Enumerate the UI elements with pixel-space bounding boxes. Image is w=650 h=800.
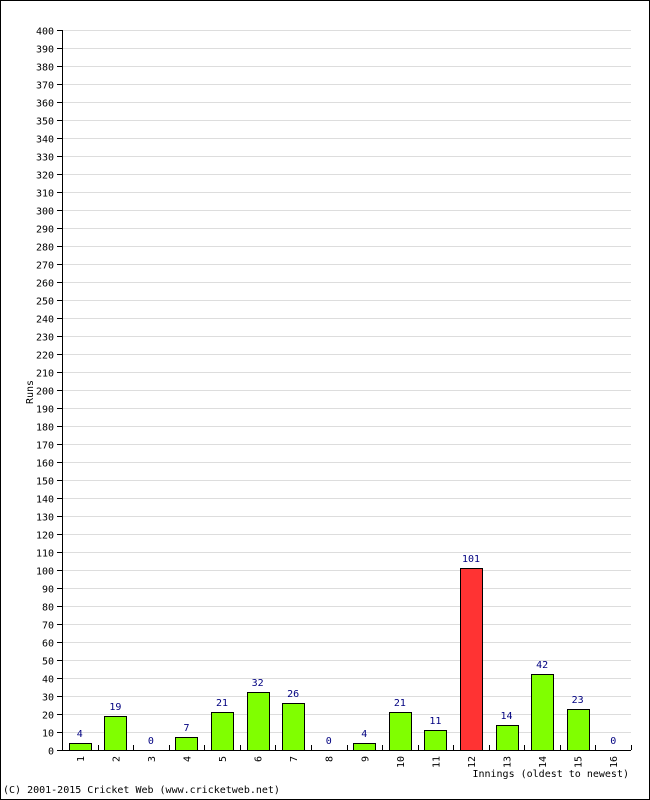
- x-tick-label: 8: [325, 756, 336, 762]
- y-tick-label: 50: [42, 657, 54, 668]
- value-label: 14: [501, 711, 513, 722]
- y-tick-label: 400: [36, 27, 54, 38]
- value-label: 0: [326, 736, 332, 747]
- y-tick-label: 90: [42, 585, 54, 596]
- bar: [69, 743, 92, 751]
- x-tick-label: 3: [147, 756, 158, 762]
- x-tick-label: 16: [609, 756, 620, 768]
- y-tick-label: 30: [42, 693, 54, 704]
- value-label: 0: [148, 736, 154, 747]
- value-label: 4: [77, 729, 83, 740]
- value-label: 11: [429, 716, 441, 727]
- x-tick-label: 15: [574, 756, 585, 768]
- bar: [175, 737, 198, 751]
- y-tick-label: 180: [36, 423, 54, 434]
- x-tick-label: 13: [503, 756, 514, 768]
- value-label: 0: [610, 736, 616, 747]
- y-tick-label: 340: [36, 135, 54, 146]
- value-label: 26: [287, 689, 299, 700]
- x-tick-label: 14: [538, 756, 549, 768]
- bar: [389, 712, 412, 751]
- y-tick-label: 260: [36, 279, 54, 290]
- y-tick-label: 150: [36, 477, 54, 488]
- y-tick-label: 320: [36, 171, 54, 182]
- y-axis-ticks: 0 10 20 30 40 50 60 70 80 90 100 110 120 130 140 150 160…: [36, 27, 62, 758]
- gridlines: [62, 30, 631, 733]
- runs-bar-chart: 0102030405060708090100110120130140150160…: [25, 27, 632, 780]
- x-tick-label: 12: [467, 756, 478, 768]
- y-tick-label: 130: [36, 513, 54, 524]
- y-tick-label: 370: [36, 81, 54, 92]
- x-tick-label: 5: [218, 756, 229, 762]
- y-tick-label: 290: [36, 225, 54, 236]
- x-tick-label: 7: [289, 756, 300, 762]
- x-tick-label: 11: [431, 756, 442, 768]
- value-label: 4: [361, 729, 367, 740]
- y-tick-label: 270: [36, 261, 54, 272]
- y-tick-label: 140: [36, 495, 54, 506]
- x-tick-label: 9: [360, 756, 371, 762]
- x-tick-label: 1: [76, 756, 87, 762]
- y-tick-label: 0: [48, 747, 54, 758]
- y-tick-label: 200: [36, 387, 54, 398]
- bar: [496, 725, 519, 751]
- bar: [531, 674, 554, 751]
- x-tick-label: 4: [182, 756, 193, 762]
- y-tick-label: 380: [36, 63, 54, 74]
- y-tick-label: 210: [36, 369, 54, 380]
- x-tick-label: 6: [254, 756, 265, 762]
- bar: [460, 568, 483, 751]
- y-tick-label: 280: [36, 243, 54, 254]
- bar: [282, 703, 305, 751]
- x-tick-label: 2: [111, 756, 122, 762]
- value-label: 7: [183, 723, 189, 734]
- value-label: 21: [216, 698, 228, 709]
- y-tick-label: 110: [36, 549, 54, 560]
- y-tick-label: 40: [42, 675, 54, 686]
- bars: 4 19 0 7 21 32 26 0 4 21 11 101 14 42 23 0: [69, 554, 616, 751]
- bar: [211, 712, 234, 751]
- value-label: 32: [252, 678, 264, 689]
- y-tick-label: 190: [36, 405, 54, 416]
- copyright-footer: (C) 2001-2015 Cricket Web (www.cricketwe…: [3, 785, 280, 796]
- y-tick-label: 60: [42, 639, 54, 650]
- y-tick-label: 80: [42, 603, 54, 614]
- y-tick-label: 330: [36, 153, 54, 164]
- y-tick-label: 160: [36, 459, 54, 470]
- bar: [353, 743, 376, 751]
- value-label: 101: [462, 554, 480, 565]
- y-tick-label: 250: [36, 297, 54, 308]
- y-tick-label: 10: [42, 729, 54, 740]
- bar: [247, 692, 270, 751]
- y-tick-label: 230: [36, 333, 54, 344]
- bar: [567, 709, 590, 751]
- y-tick-label: 300: [36, 207, 54, 218]
- bar: [424, 730, 447, 751]
- y-tick-label: 170: [36, 441, 54, 452]
- y-tick-label: 120: [36, 531, 54, 542]
- y-tick-label: 350: [36, 117, 54, 128]
- y-tick-label: 20: [42, 711, 54, 722]
- y-tick-label: 390: [36, 45, 54, 56]
- value-label: 42: [536, 660, 548, 671]
- x-axis-title: Innings (oldest to newest): [472, 769, 629, 780]
- y-tick-label: 360: [36, 99, 54, 110]
- y-tick-label: 70: [42, 621, 54, 632]
- y-tick-label: 310: [36, 189, 54, 200]
- value-label: 19: [109, 702, 121, 713]
- y-tick-label: 240: [36, 315, 54, 326]
- y-tick-label: 100: [36, 567, 54, 578]
- x-tick-label: 10: [396, 756, 407, 768]
- y-tick-label: 220: [36, 351, 54, 362]
- y-axis-title: Runs: [25, 380, 36, 404]
- value-label: 23: [572, 695, 584, 706]
- value-label: 21: [394, 698, 406, 709]
- bar: [104, 716, 127, 751]
